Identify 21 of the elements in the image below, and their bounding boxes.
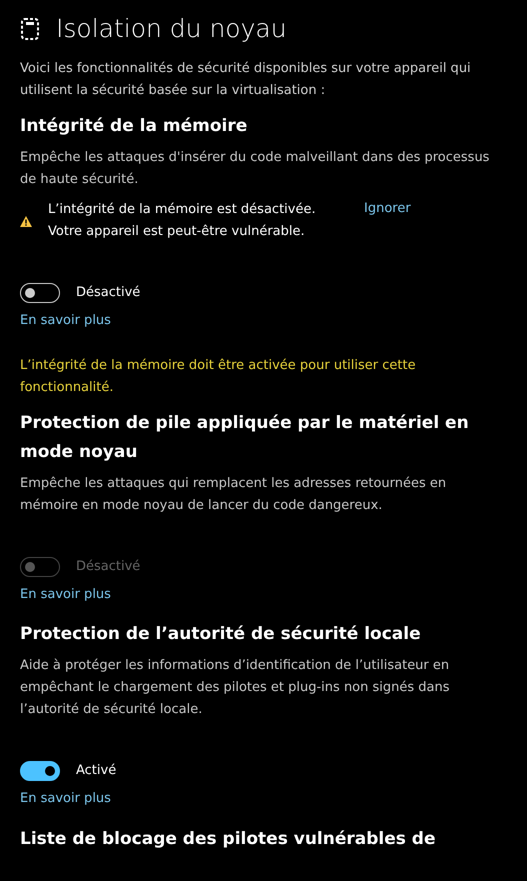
learn-more-link[interactable]: En savoir plus [20,313,111,328]
chip-icon [20,17,40,41]
learn-more-link[interactable]: En savoir plus [20,586,111,602]
warning-text: L’intégrité de la mémoire est désactivée. Votre appareil est peut-être vulnérable. [48,201,317,241]
ignore-link[interactable]: Ignorer [364,199,411,218]
page-title: Isolation du noyau [56,14,287,44]
section-description: Empêche les attaques d'insérer du code malveillant dans des processus de haute sécurité. [20,149,490,189]
section-heading: Liste de blocage des pilotes vulnérables de [20,828,437,850]
notice-text: L’intégrité de la mémoire doit être activée pour utiliser cette fonctionnalité. [20,356,417,396]
toggle-label: Désactivé [76,284,140,302]
section-heading: Protection de pile appliquée par le matériel en mode noyau [20,412,470,464]
section-description: Empêche les attaques qui remplacent les adresses retournées en mémoire en mode noyau de lancer du code dangereux. [20,474,448,514]
section-description: Aide à protéger les informations d’identification de l’utilisateur en empêchant le chargement des pilotes et plug-ins non signés dans l’autorité de sécurité locale. [20,657,451,719]
toggle-label: Désactivé [76,558,140,576]
intro-text: Voici les fonctionnalités de sécurité disponibles sur votre appareil qui utilisent la sécurité basée sur la virtualisation : [20,60,472,100]
toggle-label: Activé [76,762,116,780]
toggle-switch[interactable] [20,761,60,781]
section-heading: Protection de l’autorité de sécurité locale [20,623,422,646]
warning-icon [20,216,32,226]
learn-more-link[interactable]: En savoir plus [20,791,111,806]
section-heading: Intégrité de la mémoire [20,115,248,138]
